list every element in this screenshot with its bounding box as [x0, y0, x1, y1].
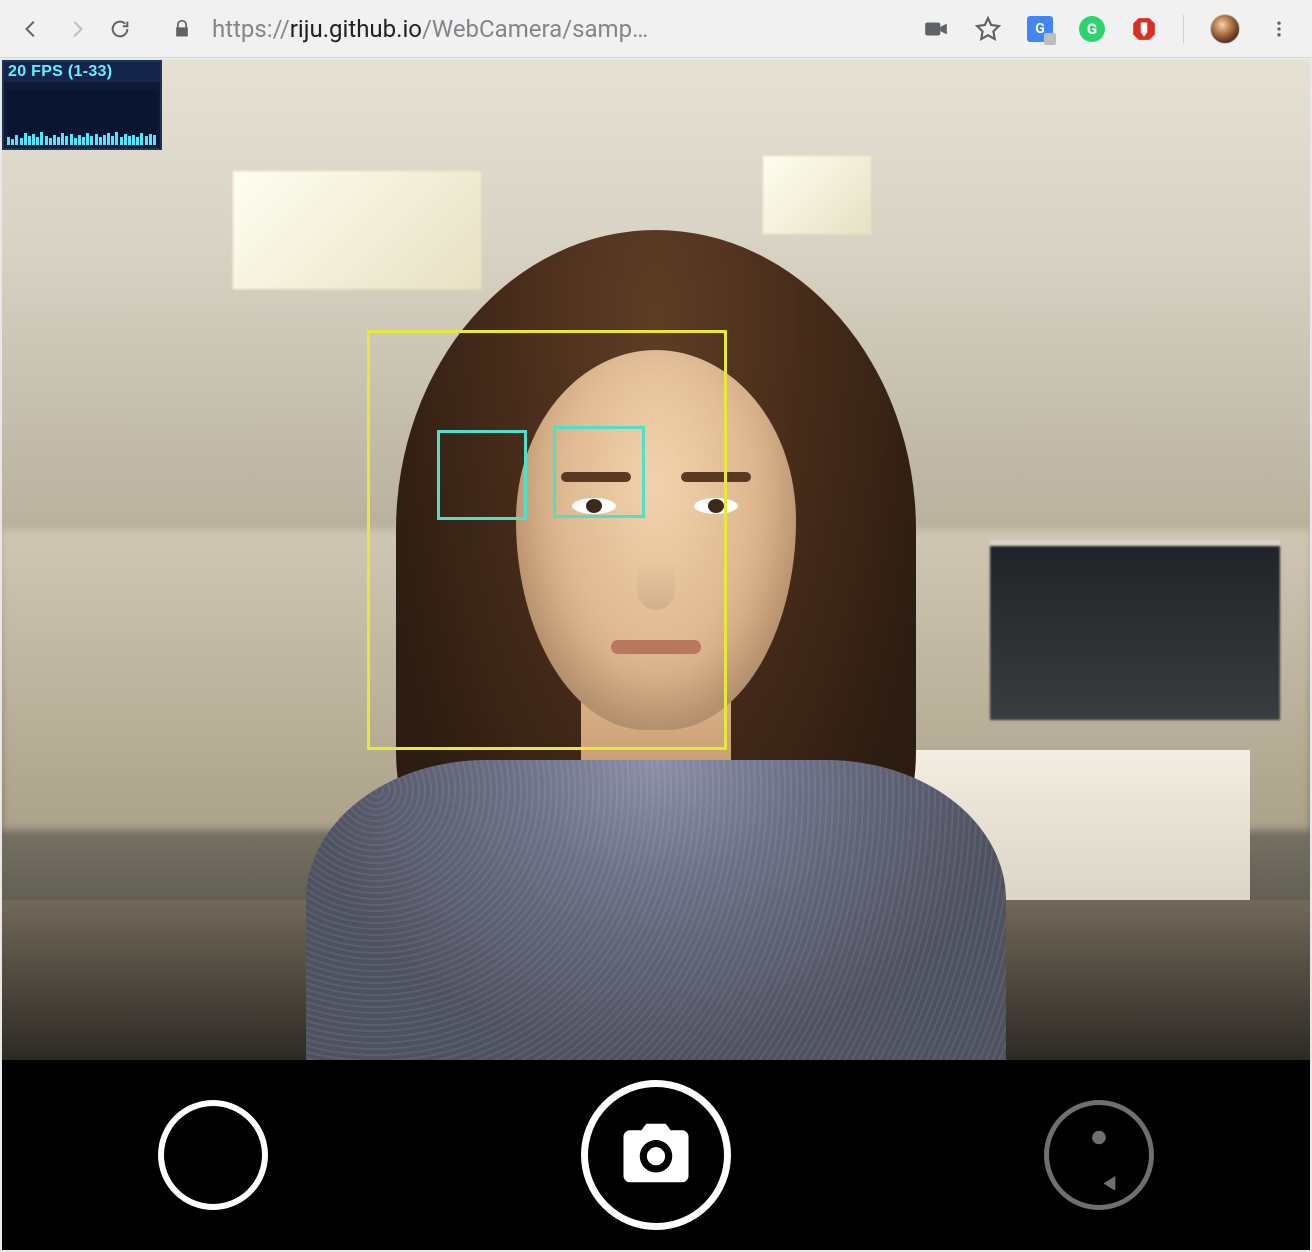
- reload-button[interactable]: [102, 11, 138, 47]
- fps-graph: [7, 90, 157, 145]
- url-path: /WebCamera/samp…: [422, 15, 648, 43]
- address-bar[interactable]: https://riju.github.io/WebCamera/samp…: [172, 15, 905, 43]
- camera-viewport: 20 FPS (1-33): [2, 60, 1310, 1060]
- url-text: https://riju.github.io/WebCamera/samp…: [212, 15, 648, 43]
- record-button[interactable]: [158, 1100, 268, 1210]
- url-host: riju.github.io: [290, 15, 422, 43]
- profile-avatar[interactable]: [1210, 14, 1240, 44]
- forward-button[interactable]: [58, 11, 94, 47]
- scene-window: [990, 540, 1280, 720]
- switch-camera-button[interactable]: [1044, 1100, 1154, 1210]
- camera-indicator-icon[interactable]: [923, 16, 949, 42]
- scene-light-panel: [762, 155, 872, 235]
- chrome-menu-button[interactable]: [1266, 16, 1292, 42]
- face-detection-box: [367, 330, 727, 750]
- adblock-extension-icon[interactable]: [1131, 16, 1157, 42]
- grammarly-extension-icon[interactable]: G: [1079, 16, 1105, 42]
- google-translate-extension-icon[interactable]: G: [1027, 16, 1053, 42]
- shutter-ring-icon: [581, 1080, 731, 1230]
- camera-icon: [617, 1114, 695, 1196]
- lock-icon: [172, 19, 192, 39]
- switch-camera-icon: [1044, 1100, 1154, 1210]
- fps-stats-widget: 20 FPS (1-33): [2, 60, 162, 150]
- separator: [1183, 15, 1184, 43]
- url-scheme: https://: [212, 15, 290, 43]
- shutter-button[interactable]: [581, 1080, 731, 1230]
- back-button[interactable]: [14, 11, 50, 47]
- subject-torso: [306, 760, 1006, 1060]
- toolbar-right: G G: [923, 14, 1292, 44]
- eye-detection-box: [437, 430, 527, 520]
- record-ring-icon: [158, 1100, 268, 1210]
- camera-control-bar: [2, 1060, 1310, 1250]
- bookmark-star-icon[interactable]: [975, 16, 1001, 42]
- fps-label: 20 FPS (1-33): [4, 62, 160, 82]
- browser-toolbar: https://riju.github.io/WebCamera/samp… G…: [0, 0, 1312, 58]
- eye-detection-box: [553, 426, 645, 518]
- page-content: 20 FPS (1-33): [2, 60, 1310, 1250]
